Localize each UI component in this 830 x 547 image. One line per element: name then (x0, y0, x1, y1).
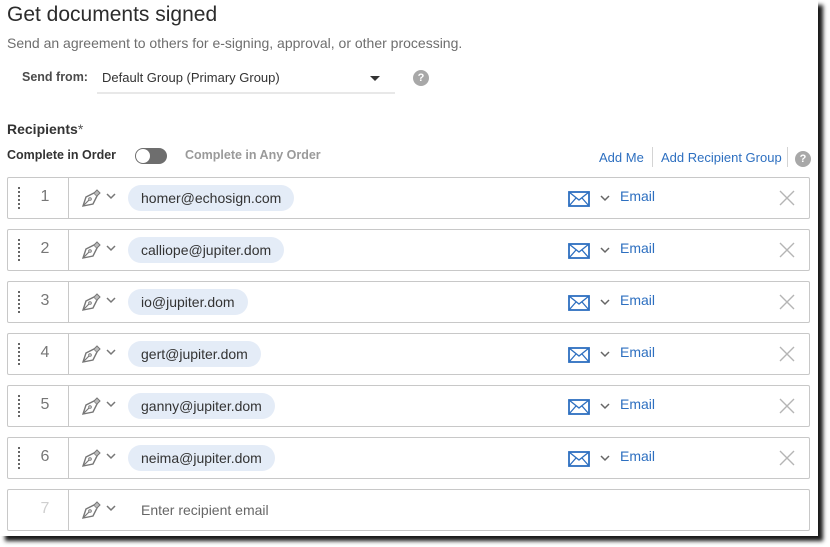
complete-any-order-label: Complete in Any Order (185, 148, 321, 162)
chevron-down-icon[interactable] (600, 297, 610, 307)
close-icon[interactable] (778, 345, 796, 363)
row-divider (68, 282, 69, 322)
recipient-number: 6 (40, 448, 50, 465)
chevron-down-icon[interactable] (106, 191, 116, 201)
link-divider (787, 147, 788, 167)
pen-icon[interactable] (80, 292, 102, 312)
chevron-down-icon[interactable] (106, 243, 116, 253)
recipient-row: 5 ganny@jupiter.dom Email (7, 385, 810, 427)
recipient-row: 6 neima@jupiter.dom Email (7, 437, 810, 479)
drag-handle-icon[interactable] (18, 343, 20, 365)
recipient-row: 3 io@jupiter.dom Email (7, 281, 810, 323)
chevron-down-icon[interactable] (600, 193, 610, 203)
authentication-method[interactable]: Email (620, 188, 655, 204)
chevron-down-icon[interactable] (106, 399, 116, 409)
send-agreement-panel: Get documents signed Send an agreement t… (0, 0, 818, 536)
drag-handle-icon[interactable] (18, 395, 20, 417)
email-icon[interactable] (568, 399, 590, 415)
close-icon[interactable] (778, 449, 796, 467)
chevron-down-icon[interactable] (600, 401, 610, 411)
recipient-email-chip[interactable]: homer@echosign.com (128, 185, 295, 211)
close-icon[interactable] (778, 397, 796, 415)
send-from-help-icon[interactable]: ? (413, 70, 429, 86)
pen-icon[interactable] (80, 448, 102, 468)
pen-icon[interactable] (80, 500, 102, 520)
row-divider (68, 230, 69, 270)
recipient-email-input[interactable]: Enter recipient email (141, 502, 269, 518)
authentication-method[interactable]: Email (620, 448, 655, 464)
recipient-number: 1 (40, 188, 50, 205)
pen-icon[interactable] (80, 344, 102, 364)
recipient-email-chip[interactable]: io@jupiter.dom (128, 289, 248, 315)
recipients-heading: Recipients* (7, 121, 83, 137)
send-from-dropdown[interactable]: Default Group (Primary Group) (97, 64, 395, 94)
authentication-method[interactable]: Email (620, 396, 655, 412)
send-from-label: Send from: (22, 70, 88, 84)
row-divider (68, 386, 69, 426)
email-icon[interactable] (568, 191, 590, 207)
recipient-row: 4 gert@jupiter.dom Email (7, 333, 810, 375)
recipient-number: 3 (40, 292, 50, 309)
chevron-down-icon[interactable] (600, 245, 610, 255)
chevron-down-icon[interactable] (106, 295, 116, 305)
pen-icon[interactable] (80, 240, 102, 260)
close-icon[interactable] (778, 241, 796, 259)
caret-down-icon (370, 76, 380, 81)
recipients-label: Recipients (7, 121, 78, 137)
pen-icon[interactable] (80, 188, 102, 208)
chevron-down-icon[interactable] (106, 347, 116, 357)
order-toggle[interactable] (135, 148, 167, 164)
chevron-down-icon[interactable] (106, 503, 116, 513)
recipient-number: 2 (40, 240, 50, 257)
recipient-row: 2 calliope@jupiter.dom Email (7, 229, 810, 271)
recipient-email-chip[interactable]: ganny@jupiter.dom (128, 393, 275, 419)
close-icon[interactable] (778, 189, 796, 207)
email-icon[interactable] (568, 295, 590, 311)
authentication-method[interactable]: Email (620, 240, 655, 256)
drag-handle-icon[interactable] (18, 187, 20, 209)
email-icon[interactable] (568, 347, 590, 363)
email-icon[interactable] (568, 451, 590, 467)
page-subtitle: Send an agreement to others for e-signin… (7, 35, 463, 51)
complete-in-order-label: Complete in Order (7, 148, 117, 162)
drag-handle-icon[interactable] (18, 239, 20, 261)
link-divider (652, 147, 653, 167)
authentication-method[interactable]: Email (620, 292, 655, 308)
recipient-number: 5 (40, 396, 50, 413)
recipient-email-chip[interactable]: calliope@jupiter.dom (128, 237, 285, 263)
required-mark: * (77, 121, 84, 137)
email-icon[interactable] (568, 243, 590, 259)
add-recipient-group-link[interactable]: Add Recipient Group (661, 150, 782, 165)
new-recipient-row: 7 Enter recipient email (7, 489, 810, 531)
send-from-value: Default Group (Primary Group) (102, 70, 280, 85)
recipient-email-chip[interactable]: neima@jupiter.dom (128, 445, 275, 471)
toggle-knob (136, 149, 150, 163)
row-divider (68, 490, 69, 530)
chevron-down-icon[interactable] (106, 451, 116, 461)
recipients-help-icon[interactable]: ? (795, 151, 811, 167)
add-me-link[interactable]: Add Me (599, 150, 644, 165)
chevron-down-icon[interactable] (600, 349, 610, 359)
recipient-number: 7 (40, 500, 50, 517)
row-divider (68, 438, 69, 478)
close-icon[interactable] (778, 293, 796, 311)
recipient-row: 1 homer@echosign.com Email (7, 177, 810, 219)
authentication-method[interactable]: Email (620, 344, 655, 360)
row-divider (68, 334, 69, 374)
chevron-down-icon[interactable] (600, 453, 610, 463)
pen-icon[interactable] (80, 396, 102, 416)
row-divider (68, 178, 69, 218)
page-title: Get documents signed (7, 3, 218, 26)
drag-handle-icon[interactable] (18, 291, 20, 313)
recipient-email-chip[interactable]: gert@jupiter.dom (128, 341, 261, 367)
recipient-number: 4 (40, 344, 50, 361)
drag-handle-icon[interactable] (18, 447, 20, 469)
